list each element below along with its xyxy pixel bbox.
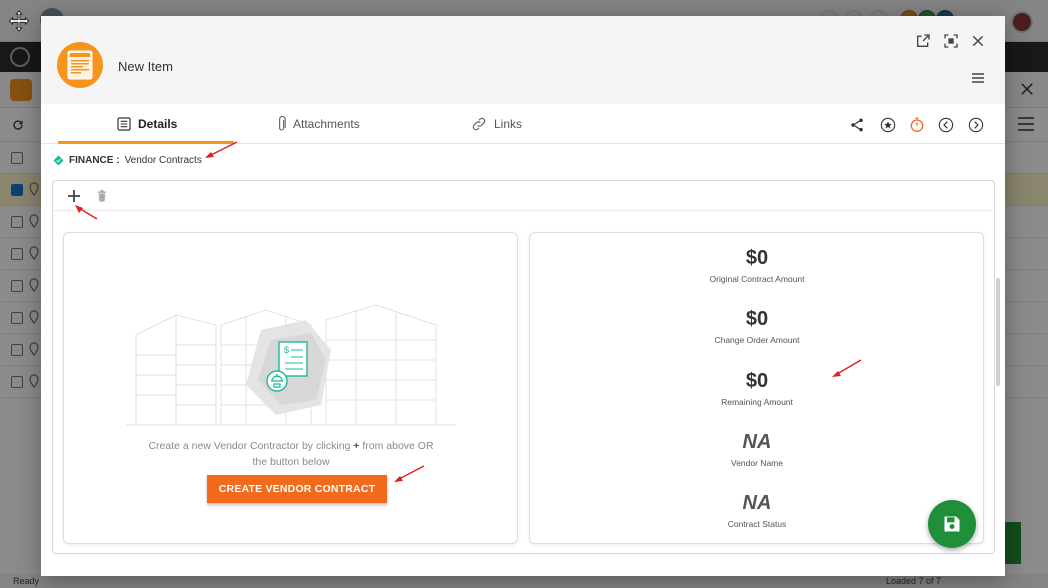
summary-value: NA	[742, 431, 772, 453]
save-floppy-icon	[944, 516, 960, 532]
modal-title: New Item	[118, 59, 173, 74]
summary-change-order: $0 Change Order Amount	[530, 308, 984, 345]
move-icon[interactable]	[8, 10, 30, 32]
breadcrumb: FINANCE : Vendor Contracts	[53, 155, 202, 166]
empty-state-card: $ Create a new Vendor Contractor by clic…	[63, 232, 518, 544]
tab-details-label: Details	[138, 117, 178, 131]
close-icon[interactable]	[970, 33, 986, 49]
create-vendor-contract-button[interactable]: CREATE VENDOR CONTRACT	[207, 475, 387, 503]
summary-vendor-name: NA Vendor Name	[530, 431, 984, 468]
summary-value: $0	[745, 308, 769, 330]
summary-original-contract: $0 Original Contract Amount	[530, 247, 984, 284]
summary-label: Contract Status	[727, 519, 787, 529]
tab-links[interactable]: Links	[470, 104, 522, 144]
summary-label: Change Order Amount	[714, 335, 800, 345]
new-item-modal: New Item Details Attachments Links FINAN…	[41, 16, 1005, 576]
save-button[interactable]	[928, 500, 976, 548]
finance-tag-icon	[53, 155, 64, 166]
empty-state-text-before: Create a new Vendor Contractor by clicki…	[148, 440, 351, 452]
vendor-contracts-panel: $ Create a new Vendor Contractor by clic…	[52, 180, 995, 554]
summary-value: NA	[742, 492, 772, 514]
tab-links-label: Links	[494, 117, 523, 131]
details-list-icon	[117, 117, 131, 131]
contract-logo-icon	[57, 42, 103, 88]
empty-state-line1: Create a new Vendor Contractor by clicki…	[64, 438, 518, 454]
building-illustration-icon: $	[126, 304, 456, 426]
favorite-star-icon[interactable]	[880, 117, 896, 133]
delete-trash-icon[interactable]	[97, 190, 107, 202]
link-icon	[472, 117, 486, 131]
open-external-icon[interactable]	[915, 33, 931, 49]
active-tab-indicator	[58, 141, 234, 144]
summary-label: Remaining Amount	[721, 397, 793, 407]
empty-state-line2: the button below	[252, 456, 330, 468]
summary-remaining-amount: $0 Remaining Amount	[530, 370, 984, 407]
breadcrumb-module: FINANCE :	[69, 155, 120, 166]
contract-summary-card: $0 Original Contract Amount $0 Change Or…	[529, 232, 984, 544]
modal-header: New Item	[41, 16, 1005, 104]
panel-toolbar	[53, 181, 994, 211]
share-icon[interactable]	[849, 117, 865, 133]
next-record-icon[interactable]	[968, 117, 984, 133]
summary-label: Vendor Name	[731, 458, 783, 468]
summary-contract-status: NA Contract Status	[530, 492, 984, 529]
svg-text:$: $	[284, 345, 289, 355]
summary-label: Original Contract Amount	[709, 274, 805, 284]
fullscreen-icon[interactable]	[943, 33, 959, 49]
previous-record-icon[interactable]	[938, 117, 954, 133]
summary-value: $0	[745, 247, 769, 269]
paperclip-icon	[279, 116, 286, 131]
empty-state-text-after: from above OR	[362, 440, 434, 452]
timer-icon[interactable]	[909, 117, 925, 133]
empty-state-plus-glyph: +	[353, 440, 360, 452]
add-plus-icon[interactable]	[67, 189, 81, 203]
summary-value: $0	[745, 370, 769, 392]
hamburger-menu-icon[interactable]	[970, 70, 986, 86]
tab-details[interactable]: Details	[116, 104, 177, 144]
tab-attachments[interactable]: Attachments	[277, 104, 360, 144]
breadcrumb-section[interactable]: Vendor Contracts	[125, 155, 202, 166]
tab-attachments-label: Attachments	[293, 117, 360, 131]
scrollbar[interactable]	[996, 278, 1000, 386]
